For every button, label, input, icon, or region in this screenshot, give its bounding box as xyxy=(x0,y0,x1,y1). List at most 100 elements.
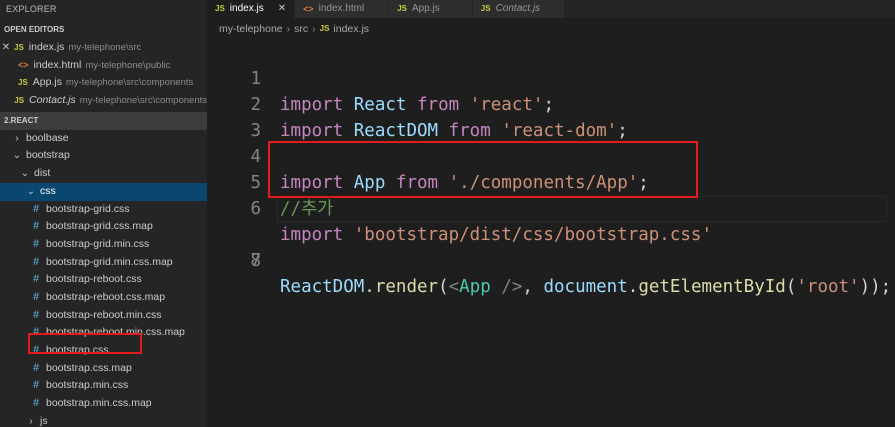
tree-file[interactable]: # bootstrap-reboot.min.css xyxy=(0,307,207,325)
open-editor-item-index-html[interactable]: <> index.html my-telephone\public xyxy=(0,57,207,75)
css-file-icon: # xyxy=(32,255,40,268)
css-file-icon: # xyxy=(32,361,40,374)
tree-folder-dist[interactable]: ⌄ dist xyxy=(0,165,207,183)
tree-folder-bootstrap[interactable]: ⌄ bootstrap xyxy=(0,147,207,165)
css-file-icon: # xyxy=(32,397,40,410)
tree-item-label: bootstrap.css.map xyxy=(46,361,132,374)
css-file-icon: # xyxy=(32,273,40,286)
tree-item-label: bootstrap.css xyxy=(46,344,109,356)
tree-file[interactable]: # bootstrap-grid.css xyxy=(0,201,207,219)
chevron-right-icon: › xyxy=(286,23,291,35)
tree-item-label: bootstrap.min.css.map xyxy=(46,397,152,410)
tree-file[interactable]: # bootstrap.min.css.map xyxy=(0,395,207,413)
chevron-right-icon: › xyxy=(15,132,19,144)
tab-index-js[interactable]: JS index.js ✕ xyxy=(207,0,296,18)
js-file-icon: JS xyxy=(18,78,28,88)
tree-file[interactable]: # bootstrap.min.css xyxy=(0,377,207,395)
tab-index-html[interactable]: <> index.html xyxy=(295,0,390,18)
tree-folder-boolbase[interactable]: › boolbase xyxy=(0,130,207,148)
tab-label: index.js xyxy=(229,3,264,14)
tree-item-label: bootstrap-reboot.css.map xyxy=(46,290,166,303)
code-editor[interactable]: 1 import React from 'react'; 2 import Re… xyxy=(207,40,895,427)
tree-item-label: bootstrap xyxy=(26,149,70,162)
css-file-icon: # xyxy=(32,308,40,321)
html-file-icon: <> xyxy=(303,4,314,14)
code-line[interactable]: 6 import 'bootstrap/dist/css/bootstrap.c… xyxy=(207,170,895,245)
tree-file[interactable]: # bootstrap-reboot.css xyxy=(0,271,207,289)
css-file-icon: # xyxy=(32,220,40,233)
tree-folder-css[interactable]: ⌄ css xyxy=(0,182,207,201)
open-editor-label: index.js xyxy=(28,41,65,53)
css-file-icon: # xyxy=(32,326,40,339)
breadcrumb-item[interactable]: my-telephone xyxy=(219,18,283,40)
code-line[interactable]: 5 //추가 xyxy=(207,144,895,219)
js-file-icon: JS xyxy=(397,4,407,13)
tree-file[interactable]: # bootstrap.css.map xyxy=(0,360,207,378)
html-file-icon: <> xyxy=(18,59,29,70)
code-line-current[interactable]: 7 xyxy=(207,196,895,271)
js-file-icon: JS xyxy=(14,43,24,52)
tree-file-bootstrap-css[interactable]: # bootstrap.css xyxy=(0,342,207,360)
breadcrumb: my-telephone › src › JS index.js xyxy=(207,18,895,40)
tree-file[interactable]: # bootstrap-grid.min.css xyxy=(0,236,207,254)
close-icon[interactable]: ✕ xyxy=(278,0,286,18)
css-file-icon: # xyxy=(32,290,40,303)
code-line[interactable]: 8 ReactDOM.render(<App />, document.getE… xyxy=(207,222,895,297)
breadcrumb-item[interactable]: index.js xyxy=(333,18,369,40)
tree-file[interactable]: # bootstrap-grid.css.map xyxy=(0,218,207,236)
js-file-icon: JS xyxy=(319,24,330,33)
tree-file[interactable]: # bootstrap-reboot.min.css.map xyxy=(0,324,207,342)
open-editor-item-index-js[interactable]: ✕ JS index.js my-telephone\src xyxy=(0,39,207,57)
open-editor-label: App.js xyxy=(32,76,62,89)
open-editor-label: Contact.js xyxy=(29,94,76,107)
code-text: ReactDOM.render(<App />, document.getEle… xyxy=(280,277,892,297)
tree-item-label: bootstrap-grid.css.map xyxy=(46,220,153,233)
code-line[interactable]: 2 import ReactDOM from 'react-dom'; xyxy=(207,66,895,141)
css-file-icon: # xyxy=(32,237,40,250)
tab-contact-js[interactable]: JS Contact.js xyxy=(472,0,566,18)
tree-item-label: bootstrap.min.css xyxy=(46,379,129,392)
tree-file[interactable]: # bootstrap-grid.min.css.map xyxy=(0,254,207,272)
code-line[interactable]: 4 import App from './components/App'; xyxy=(207,118,895,193)
code-line[interactable]: 1 import React from 'react'; xyxy=(207,40,895,115)
workspace-root-title[interactable]: 2.REACT xyxy=(0,111,207,130)
css-file-icon: # xyxy=(32,344,40,356)
code-line[interactable]: 3 xyxy=(207,92,895,141)
tree-item-label: boolbase xyxy=(26,131,69,144)
open-editor-item-app-js[interactable]: JS App.js my-telephone\src\components xyxy=(0,74,207,92)
open-editor-path: my-telephone\src xyxy=(68,42,142,53)
chevron-down-icon: ⌄ xyxy=(26,185,36,197)
css-file-icon: # xyxy=(32,202,40,215)
close-icon[interactable]: ✕ xyxy=(0,39,12,57)
current-line-highlight xyxy=(277,196,887,222)
chevron-right-icon: › xyxy=(29,415,33,427)
chevron-right-icon: › xyxy=(312,23,316,35)
tree-item-label: js xyxy=(40,414,48,427)
tree-folder-js[interactable]: › js xyxy=(0,413,207,427)
tab-label: Contact.js xyxy=(495,3,541,14)
explorer-header: EXPLORER xyxy=(6,4,57,14)
open-editor-label: index.html xyxy=(33,58,82,71)
js-file-icon: JS xyxy=(480,4,491,13)
js-file-icon: JS xyxy=(215,4,225,13)
tab-label: App.js xyxy=(411,3,440,14)
tree-item-label: bootstrap-reboot.min.css xyxy=(46,308,162,321)
js-file-icon: JS xyxy=(14,96,25,106)
open-editor-path: my-telephone\src\components xyxy=(65,77,194,89)
chevron-down-icon: ⌄ xyxy=(20,168,30,180)
tree-item-label: bootstrap-grid.min.css xyxy=(46,237,150,250)
editor-tab-bar: JS index.js ✕ <> index.html JS App.js JS… xyxy=(207,0,895,18)
tab-label: index.html xyxy=(318,3,365,14)
line-number: 8 xyxy=(250,251,261,271)
tree-item-label: bootstrap-reboot.css xyxy=(46,273,142,286)
tree-file[interactable]: # bootstrap-reboot.css.map xyxy=(0,289,207,307)
css-file-icon: # xyxy=(32,379,40,392)
open-editor-path: my-telephone\src\components xyxy=(79,95,207,107)
tab-app-js[interactable]: JS App.js xyxy=(389,0,473,18)
tree-item-label: bootstrap-reboot.min.css.map xyxy=(46,326,185,339)
open-editor-path: my-telephone\public xyxy=(85,59,171,71)
open-editor-item-contact-js[interactable]: JS Contact.js my-telephone\src\component… xyxy=(0,92,207,110)
chevron-down-icon: ⌄ xyxy=(12,150,22,162)
breadcrumb-item[interactable]: src xyxy=(294,18,308,40)
open-editors-section-title[interactable]: OPEN EDITORS xyxy=(0,21,207,39)
